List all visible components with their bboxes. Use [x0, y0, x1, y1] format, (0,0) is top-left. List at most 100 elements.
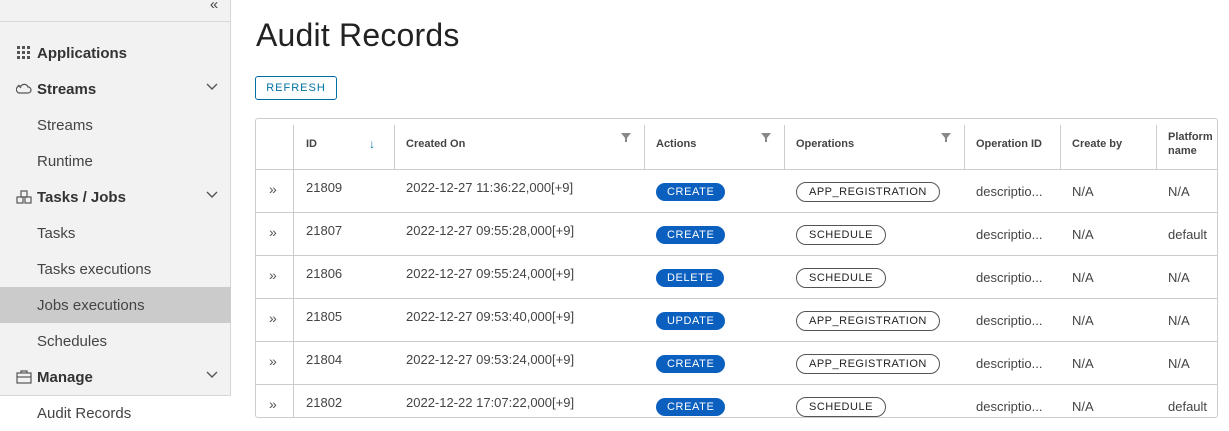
cell-platform-name: N/A: [1168, 313, 1190, 328]
cell-created-on: 2022-12-27 11:36:22,000[+9]: [406, 180, 574, 195]
table-header: ID ↓ Created On Actions Operations Opera…: [256, 119, 1217, 170]
cell-action: DELETE: [644, 256, 784, 299]
sidebar-item-label: Schedules: [37, 332, 108, 350]
refresh-button[interactable]: REFRESH: [255, 76, 337, 100]
cell-id: 21804: [306, 352, 343, 367]
table-row[interactable]: » 21802 2022-12-22 17:07:22,000[+9] CREATE S…: [256, 385, 1217, 417]
filter-icon[interactable]: [621, 133, 631, 142]
operation-badge: SCHEDULE: [796, 224, 886, 245]
collapse-sidebar-icon[interactable]: «: [205, 0, 223, 14]
cell-platform-name: N/A: [1168, 184, 1190, 199]
cell-created-on: 2022-12-27 09:55:24,000[+9]: [406, 266, 575, 281]
table-row[interactable]: » 21804 2022-12-27 09:53:24,000[+9] CREATE A…: [256, 342, 1217, 385]
sidebar-item-label: Jobs executions: [37, 296, 145, 314]
cell-create-by: N/A: [1072, 184, 1094, 199]
cell-action: CREATE: [644, 342, 784, 385]
sidebar-item-manage-group[interactable]: Manage: [0, 359, 231, 395]
table-row[interactable]: » 21805 2022-12-27 09:53:40,000[+9] UPDATE A…: [256, 299, 1217, 342]
cell-created-on: 2022-12-27 09:53:40,000[+9]: [406, 309, 575, 324]
column-header-actions[interactable]: Actions: [644, 119, 784, 169]
sidebar-item-label: Tasks: [37, 224, 76, 242]
cell-id: 21805: [306, 309, 343, 324]
sidebar-item-label: Streams: [37, 80, 97, 98]
table-row[interactable]: » 21809 2022-12-27 11:36:22,000[+9] CREATE A…: [256, 170, 1217, 213]
sidebar-item-label: Runtime: [37, 152, 93, 170]
cell-create-by: N/A: [1072, 227, 1094, 242]
column-header-label: Actions: [656, 138, 697, 150]
column-header-operations[interactable]: Operations: [784, 119, 964, 169]
column-header-label: Create by: [1072, 138, 1123, 150]
action-badge: DELETE: [656, 268, 725, 287]
cell-created-on: 2022-12-22 17:07:22,000[+9]: [406, 395, 575, 410]
column-header-label: ID: [306, 138, 317, 150]
column-header-platform-name[interactable]: Platform name: [1156, 119, 1217, 169]
cell-platform-name: default: [1168, 227, 1208, 242]
expand-row-icon[interactable]: »: [269, 224, 277, 240]
cell-id: 21806: [306, 266, 343, 281]
operation-badge: APP_REGISTRATION: [796, 353, 940, 374]
sidebar-item-tasks[interactable]: Tasks: [0, 215, 231, 251]
chevron-down-icon[interactable]: [206, 371, 218, 379]
cell-create-by: N/A: [1072, 356, 1094, 371]
column-header-operation-id[interactable]: Operation ID: [964, 119, 1060, 169]
column-header-label: Platform name: [1168, 131, 1213, 157]
column-header-create-by[interactable]: Create by: [1060, 119, 1156, 169]
expand-row-icon[interactable]: »: [269, 181, 277, 197]
table-row[interactable]: » 21806 2022-12-27 09:55:24,000[+9] DELETE S…: [256, 256, 1217, 299]
column-header-label: Operations: [796, 138, 855, 150]
chevron-down-icon[interactable]: [206, 83, 218, 91]
cell-created-on: 2022-12-27 09:55:28,000[+9]: [406, 223, 575, 238]
sidebar-item-label: Tasks / Jobs: [37, 188, 126, 206]
cell-created-on: 2022-12-27 09:53:24,000[+9]: [406, 352, 575, 367]
chevron-down-icon[interactable]: [206, 191, 218, 199]
cell-operation: APP_REGISTRATION: [784, 342, 964, 385]
column-header-label: Created On: [406, 138, 466, 150]
cell-id: 21802: [306, 395, 343, 410]
operation-badge: APP_REGISTRATION: [796, 181, 940, 202]
filter-icon[interactable]: [761, 133, 771, 142]
sidebar-item-applications[interactable]: Applications: [0, 35, 231, 71]
filter-icon[interactable]: [941, 133, 951, 142]
boxes-icon: [0, 190, 37, 204]
expand-row-icon[interactable]: »: [269, 396, 277, 412]
action-badge: CREATE: [656, 354, 726, 373]
cell-platform-name: default: [1168, 399, 1208, 414]
divider: [0, 21, 231, 22]
action-badge: CREATE: [656, 225, 726, 244]
cell-action: CREATE: [644, 170, 784, 213]
cloud-icon: [0, 82, 37, 96]
sidebar-item-runtime[interactable]: Runtime: [0, 143, 231, 179]
sidebar-item-schedules[interactable]: Schedules: [0, 323, 231, 359]
operation-badge: APP_REGISTRATION: [796, 310, 940, 331]
cell-action: UPDATE: [644, 299, 784, 342]
column-header-id[interactable]: ID: [294, 119, 394, 169]
cell-id: 21809: [306, 180, 343, 195]
cell-operation-id: descriptio...: [976, 184, 1043, 199]
audit-records-table: ID ↓ Created On Actions Operations Opera…: [255, 118, 1218, 418]
expand-row-icon[interactable]: »: [269, 310, 277, 326]
cell-platform-name: N/A: [1168, 356, 1190, 371]
sidebar-item-jobs-executions[interactable]: Jobs executions: [0, 287, 231, 323]
sidebar-item-tasks-jobs-group[interactable]: Tasks / Jobs: [0, 179, 231, 215]
sidebar-item-audit-records[interactable]: Audit Records: [0, 395, 231, 431]
cell-operation-id: descriptio...: [976, 313, 1043, 328]
cell-operation: APP_REGISTRATION: [784, 170, 964, 213]
action-badge: CREATE: [656, 397, 726, 416]
action-badge: CREATE: [656, 182, 726, 201]
sort-descending-icon[interactable]: ↓: [369, 137, 375, 151]
briefcase-icon: [0, 370, 37, 384]
column-header-created-on[interactable]: Created On: [394, 119, 644, 169]
expand-row-icon[interactable]: »: [269, 353, 277, 369]
sidebar-item-tasks-executions[interactable]: Tasks executions: [0, 251, 231, 287]
sidebar-item-label: Streams: [37, 116, 93, 134]
sidebar-item-streams-group[interactable]: Streams: [0, 71, 231, 107]
cell-operation-id: descriptio...: [976, 227, 1043, 242]
table-row[interactable]: » 21807 2022-12-27 09:55:28,000[+9] CREATE S…: [256, 213, 1217, 256]
cell-operation: APP_REGISTRATION: [784, 299, 964, 342]
cell-operation-id: descriptio...: [976, 399, 1043, 414]
cell-create-by: N/A: [1072, 313, 1094, 328]
expand-row-icon[interactable]: »: [269, 267, 277, 283]
cell-create-by: N/A: [1072, 399, 1094, 414]
operation-badge: SCHEDULE: [796, 267, 886, 288]
sidebar-item-streams[interactable]: Streams: [0, 107, 231, 143]
